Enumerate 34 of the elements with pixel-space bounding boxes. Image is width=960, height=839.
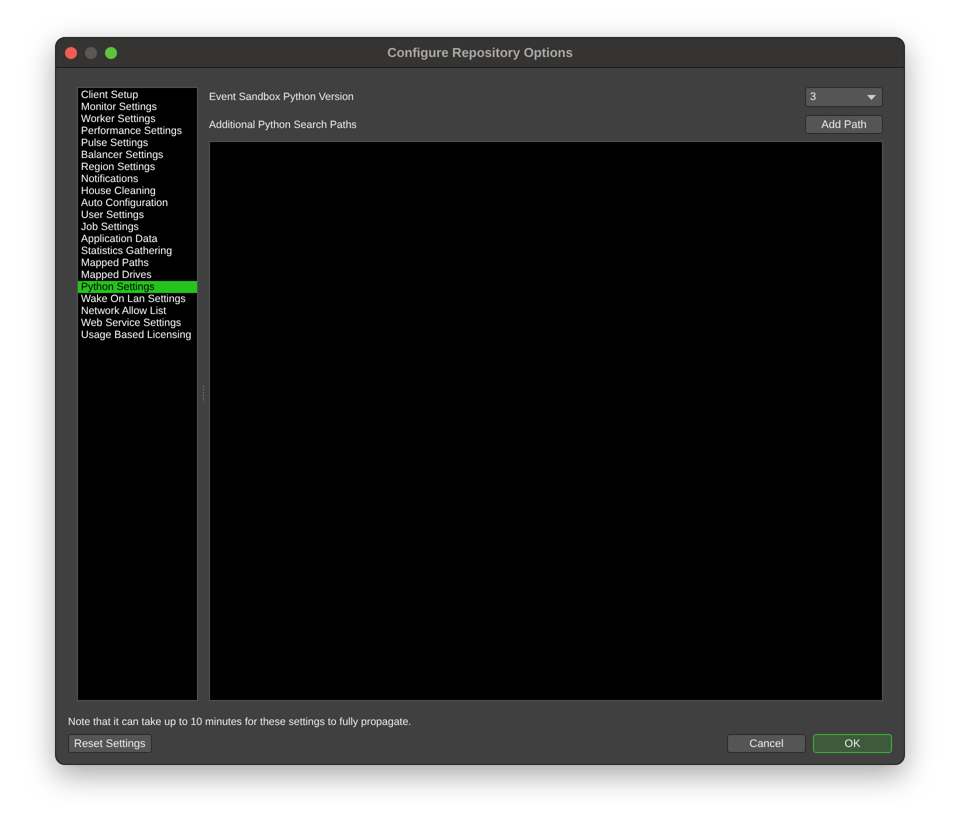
note-text: Note that it can take up to 10 minutes for these settings to fully propagate. xyxy=(68,716,412,728)
close-icon[interactable] xyxy=(65,46,77,58)
sidebar-item[interactable]: House Cleaning xyxy=(78,185,197,197)
sidebar-item[interactable]: Statistics Gathering xyxy=(78,245,197,257)
sidebar-item[interactable]: Monitor Settings xyxy=(78,101,197,113)
minimize-icon[interactable] xyxy=(85,46,97,58)
sidebar-item[interactable]: Application Data xyxy=(78,233,197,245)
sidebar-item[interactable]: Worker Settings xyxy=(78,113,197,125)
sidebar-item[interactable]: Usage Based Licensing xyxy=(78,329,197,341)
caret-icon xyxy=(867,94,876,100)
sidebar-item[interactable]: Mapped Paths xyxy=(78,257,197,269)
window-title: Configure Repository Options xyxy=(387,45,573,60)
sidebar-item[interactable]: Balancer Settings xyxy=(78,149,197,161)
search-paths-label: Additional Python Search Paths xyxy=(209,118,357,130)
reset-settings-button[interactable]: Reset Settings xyxy=(68,734,152,753)
sidebar-item[interactable]: Performance Settings xyxy=(78,125,197,137)
sidebar-item[interactable]: User Settings xyxy=(78,209,197,221)
sidebar-item[interactable]: Client Setup xyxy=(78,89,197,101)
sidebar-item[interactable]: Network Allow List xyxy=(78,305,197,317)
add-path-button[interactable]: Add Path xyxy=(805,115,883,134)
sidebar-item[interactable]: Mapped Drives xyxy=(78,269,197,281)
sidebar-item[interactable]: Region Settings xyxy=(78,161,197,173)
sidebar-item[interactable]: Pulse Settings xyxy=(78,137,197,149)
sidebar-item[interactable]: Wake On Lan Settings xyxy=(78,293,197,305)
sidebar-item[interactable]: Web Service Settings xyxy=(78,317,197,329)
sidebar-item[interactable]: Notifications xyxy=(78,173,197,185)
ok-button[interactable]: OK xyxy=(813,734,892,753)
python-version-label: Event Sandbox Python Version xyxy=(209,91,354,103)
sidebar-item[interactable]: Python Settings xyxy=(78,281,197,293)
python-version-dropdown[interactable]: 3 xyxy=(805,87,883,107)
zoom-icon[interactable] xyxy=(105,46,117,58)
sidebar-item[interactable]: Auto Configuration xyxy=(78,197,197,209)
sidebar-item[interactable]: Job Settings xyxy=(78,221,197,233)
cancel-button[interactable]: Cancel xyxy=(727,734,806,753)
